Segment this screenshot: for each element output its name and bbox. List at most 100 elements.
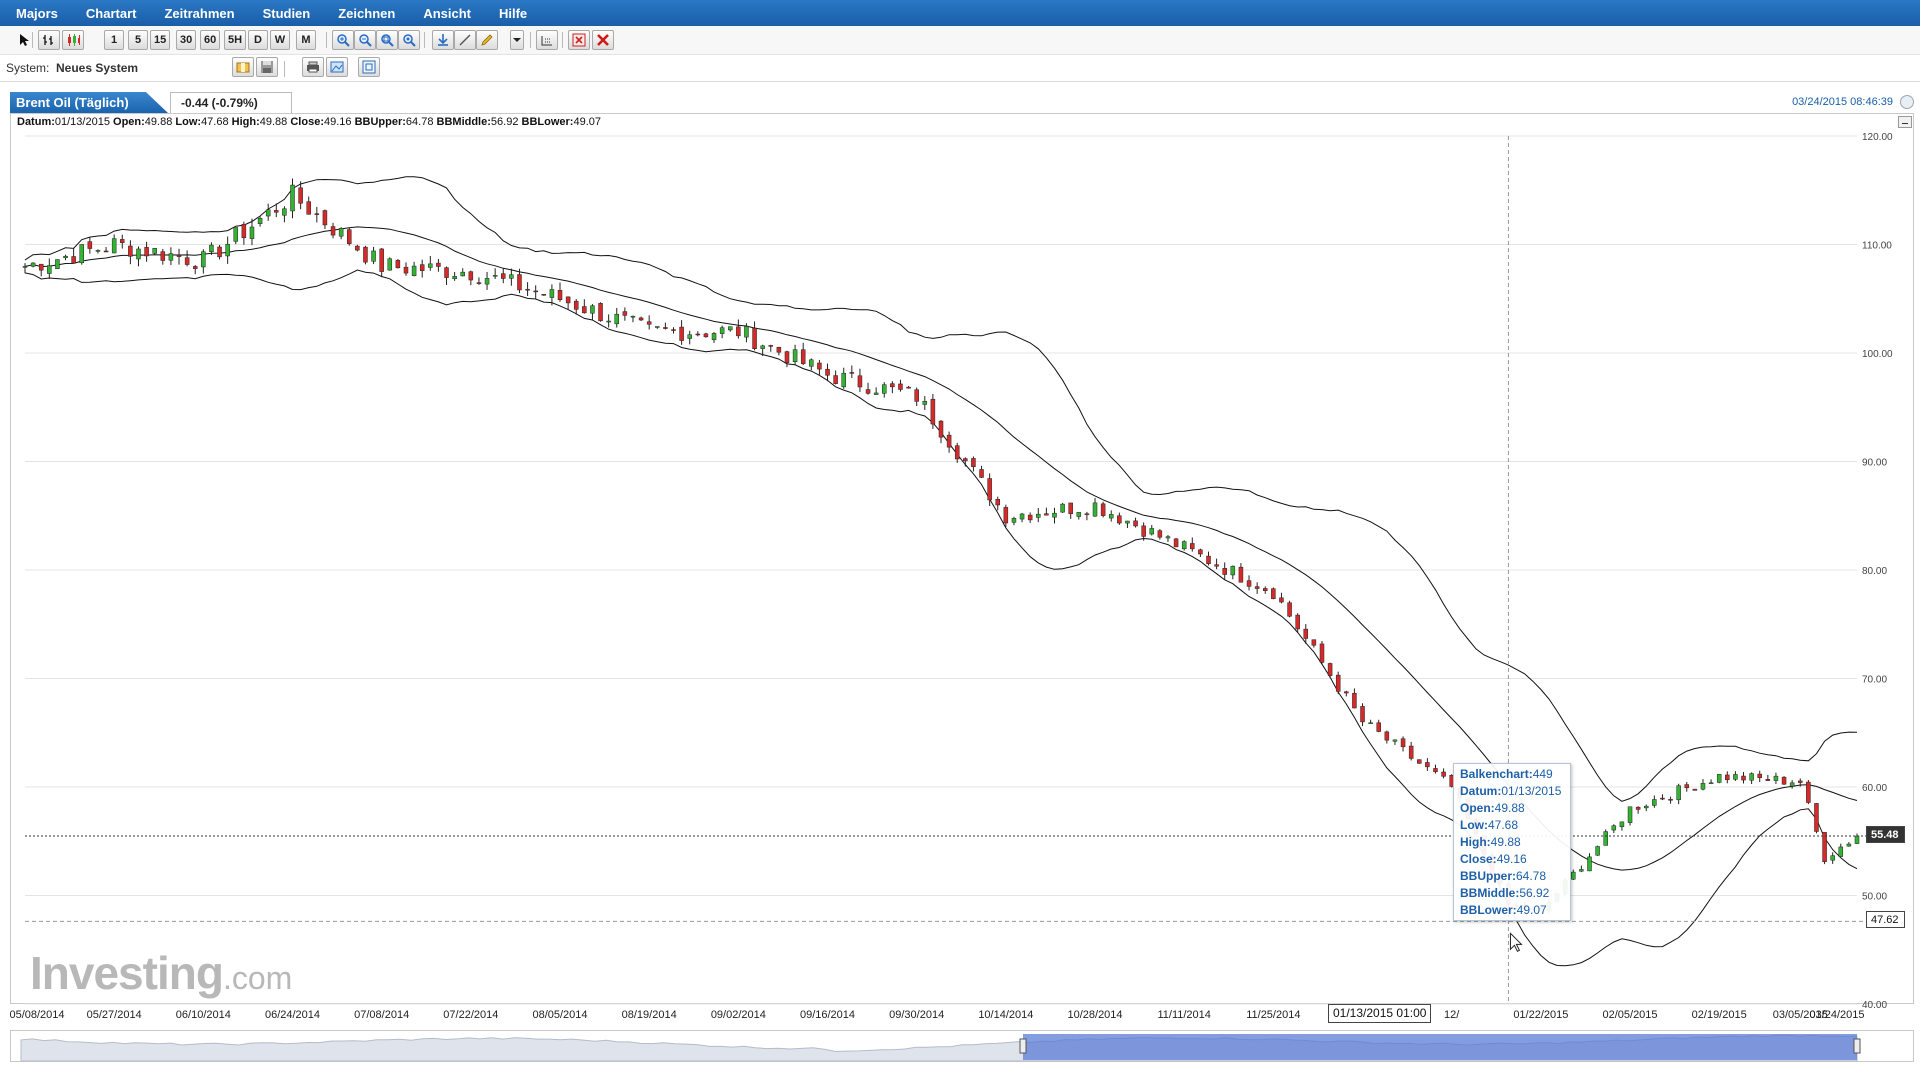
chart-navigator[interactable] bbox=[10, 1030, 1914, 1062]
navigator-left-handle[interactable] bbox=[1020, 1039, 1026, 1053]
candle-body bbox=[185, 258, 189, 265]
tooltip-row: BBMiddle:56.92 bbox=[1460, 885, 1564, 902]
candle-body bbox=[363, 247, 367, 262]
candle-body bbox=[1061, 504, 1065, 512]
candle-body bbox=[1247, 581, 1251, 587]
candle-body bbox=[1377, 723, 1381, 732]
candle-body bbox=[1433, 768, 1437, 771]
candle-body bbox=[834, 376, 838, 384]
candle-body bbox=[1717, 774, 1721, 782]
candle-body bbox=[639, 318, 643, 320]
candle-body bbox=[258, 218, 262, 223]
tooltip-row: High:49.88 bbox=[1460, 834, 1564, 851]
tooltip-value: 64.78 bbox=[1516, 869, 1546, 883]
candle-body bbox=[696, 334, 700, 335]
candle-body bbox=[1855, 836, 1859, 844]
x-tick-label: 10/28/2014 bbox=[1067, 1009, 1122, 1021]
candle-body bbox=[96, 250, 100, 251]
tooltip-key: High: bbox=[1460, 835, 1491, 849]
candle-body bbox=[817, 363, 821, 369]
candle-body bbox=[931, 399, 935, 424]
y-tick-label: 40.00 bbox=[1862, 1000, 1887, 1011]
candle-body bbox=[226, 244, 230, 256]
candle-body bbox=[282, 209, 286, 216]
data-tooltip: Balkenchart:449Datum:01/13/2015Open:49.8… bbox=[1453, 763, 1571, 921]
candle-body bbox=[534, 291, 538, 292]
logo-text: Investing bbox=[30, 947, 223, 999]
candle-body bbox=[753, 328, 757, 349]
navigator-right-handle[interactable] bbox=[1854, 1039, 1860, 1053]
candle-body bbox=[890, 384, 894, 387]
candle-body bbox=[1223, 568, 1227, 574]
candle-body bbox=[1198, 550, 1202, 554]
candle-body bbox=[209, 245, 213, 252]
candle-body bbox=[23, 266, 27, 267]
y-tick-label: 90.00 bbox=[1862, 458, 1887, 469]
candle-body bbox=[550, 289, 554, 297]
candle-body bbox=[1579, 869, 1583, 871]
candle-body bbox=[120, 239, 124, 242]
tooltip-value: 49.16 bbox=[1497, 852, 1527, 866]
candle-body bbox=[501, 274, 505, 279]
candle-body bbox=[1604, 832, 1608, 846]
candle-body bbox=[1620, 822, 1624, 827]
x-tick-label: 08/19/2014 bbox=[622, 1009, 677, 1021]
candle-body bbox=[509, 275, 513, 279]
candle-body bbox=[291, 185, 295, 211]
candle-body bbox=[1401, 739, 1405, 747]
candle-body bbox=[1814, 803, 1818, 831]
candle-body bbox=[339, 228, 343, 236]
candle-body bbox=[898, 384, 902, 390]
candle-body bbox=[1166, 537, 1170, 538]
candle-body bbox=[1417, 760, 1421, 764]
y-tick-label: 110.00 bbox=[1862, 241, 1892, 252]
x-tick-label: 11/11/2014 bbox=[1157, 1009, 1210, 1021]
candle-body bbox=[274, 210, 278, 212]
tooltip-value: 01/13/2015 bbox=[1501, 784, 1561, 798]
candle-body bbox=[1782, 777, 1786, 784]
price-chart: 40.0050.0060.0070.0080.0090.00100.00110.… bbox=[0, 0, 1920, 1080]
candle-body bbox=[1296, 615, 1300, 629]
navigator-area[interactable] bbox=[11, 1031, 1915, 1063]
candle-body bbox=[777, 347, 781, 352]
tooltip-row: Close:49.16 bbox=[1460, 851, 1564, 868]
candle-body bbox=[1823, 832, 1827, 861]
candle-body bbox=[1279, 598, 1283, 602]
candle-body bbox=[542, 294, 546, 295]
y-tick-label: 120.00 bbox=[1862, 132, 1893, 143]
candle-body bbox=[88, 242, 92, 249]
tooltip-key: Balkenchart: bbox=[1460, 767, 1533, 781]
bb-middle-line bbox=[25, 227, 1857, 870]
candle-body bbox=[882, 385, 886, 394]
candle-body bbox=[428, 264, 432, 268]
x-tick-label: 02/05/2015 bbox=[1602, 1009, 1657, 1021]
candle-body bbox=[842, 373, 846, 387]
candle-body bbox=[153, 248, 157, 253]
y-tick-label: 60.00 bbox=[1862, 783, 1887, 794]
candle-body bbox=[1750, 774, 1754, 781]
tooltip-key: BBLower: bbox=[1460, 903, 1517, 917]
candle-body bbox=[1320, 644, 1324, 662]
candle-body bbox=[469, 272, 473, 280]
tooltip-value: 49.07 bbox=[1517, 903, 1547, 917]
candle-body bbox=[145, 247, 149, 256]
candle-body bbox=[1036, 514, 1040, 517]
candle-body bbox=[1231, 566, 1235, 575]
candle-body bbox=[736, 327, 740, 336]
x-tick-label: 09/02/2014 bbox=[711, 1009, 766, 1021]
candle-body bbox=[1207, 556, 1211, 564]
candle-body bbox=[1790, 783, 1794, 786]
candle-body bbox=[404, 267, 408, 273]
candle-body bbox=[558, 290, 562, 299]
x-tick-label: 07/08/2014 bbox=[354, 1009, 409, 1021]
candle-body bbox=[1336, 675, 1340, 691]
candle-body bbox=[1182, 542, 1186, 549]
candle-body bbox=[242, 224, 246, 238]
candle-body bbox=[1352, 693, 1356, 708]
cursor-price-tag: 47.62 bbox=[1866, 911, 1905, 928]
candle-body bbox=[1766, 779, 1770, 780]
candle-body bbox=[380, 249, 384, 272]
candle-body bbox=[201, 252, 205, 267]
candle-body bbox=[647, 322, 651, 325]
candle-body bbox=[866, 390, 870, 394]
